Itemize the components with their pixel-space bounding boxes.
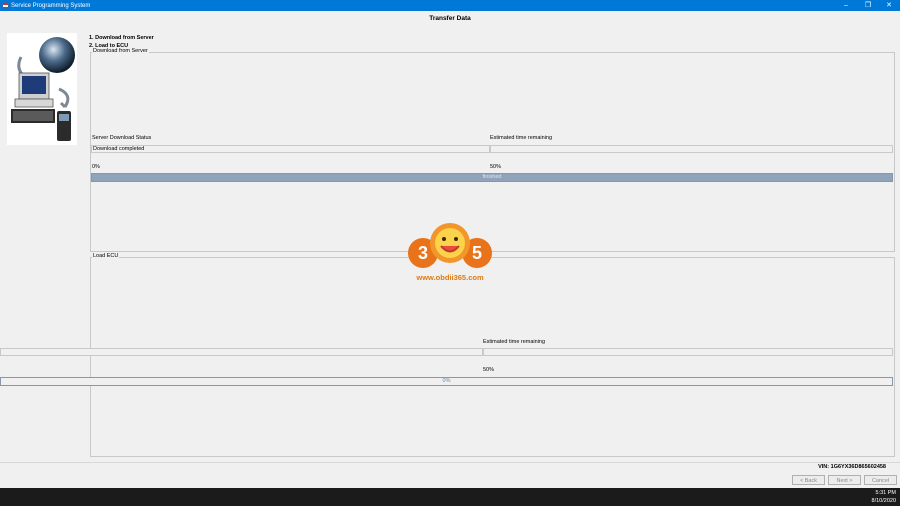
window-titlebar: Service Programming System – ❐ ✕ — [0, 0, 900, 11]
window-title: Service Programming System — [11, 2, 91, 9]
page-title: Transfer Data — [429, 15, 471, 22]
download-progress-text: finished — [482, 174, 502, 180]
cancel-button[interactable]: Cancel — [864, 475, 897, 485]
taskbar-time: 5:31 PM — [875, 490, 896, 496]
load-status-field — [0, 348, 483, 356]
watermark-url: www.obdii365.com — [416, 273, 484, 282]
download-time-label: Estimated time remaining — [490, 135, 553, 141]
download-progress-min-label: 0% — [92, 164, 100, 170]
download-progress-mid-label: 50% — [490, 164, 502, 170]
download-time-field — [490, 145, 893, 153]
load-ecu-group-label: Load ECU — [92, 253, 120, 259]
minimize-icon[interactable]: – — [835, 0, 857, 11]
load-progress-text: 0% — [442, 378, 451, 384]
restore-icon[interactable]: ❐ — [857, 0, 879, 11]
tech2-illustration — [7, 33, 77, 145]
close-icon[interactable]: ✕ — [878, 0, 900, 11]
taskbar-date: 8/10/2020 — [871, 498, 896, 504]
svg-text:3: 3 — [418, 243, 428, 263]
back-button[interactable]: < Back — [792, 475, 825, 485]
watermark: 3 5 www.obdii365.com — [407, 219, 493, 285]
download-group-label: Download from Server — [92, 48, 149, 54]
next-button[interactable]: Next > — [828, 475, 861, 485]
load-ecu-group — [90, 257, 895, 457]
taskbar: 5:31 PM 8/10/2020 — [0, 488, 900, 506]
vin-label: VIN: 1G6YX36D865602458 — [818, 464, 886, 470]
load-progress-mid-label: 50% — [483, 367, 495, 373]
footer-divider — [0, 462, 900, 463]
server-download-status-label: Server Download Status — [92, 135, 152, 141]
svg-text:5: 5 — [472, 243, 482, 263]
download-progress-bar: finished — [91, 173, 893, 182]
step-1: 1. Download from Server — [89, 35, 154, 41]
load-progress-bar: 0% — [0, 377, 893, 386]
computer-globe-icon — [11, 37, 75, 141]
taskbar-clock[interactable]: 5:31 PM 8/10/2020 — [872, 489, 896, 505]
load-time-label: Estimated time remaining — [483, 339, 546, 345]
load-time-field — [483, 348, 893, 356]
download-status-field: Download completed — [91, 145, 490, 153]
obdii365-logo-icon: 3 5 — [408, 223, 492, 268]
app-icon — [2, 2, 9, 9]
